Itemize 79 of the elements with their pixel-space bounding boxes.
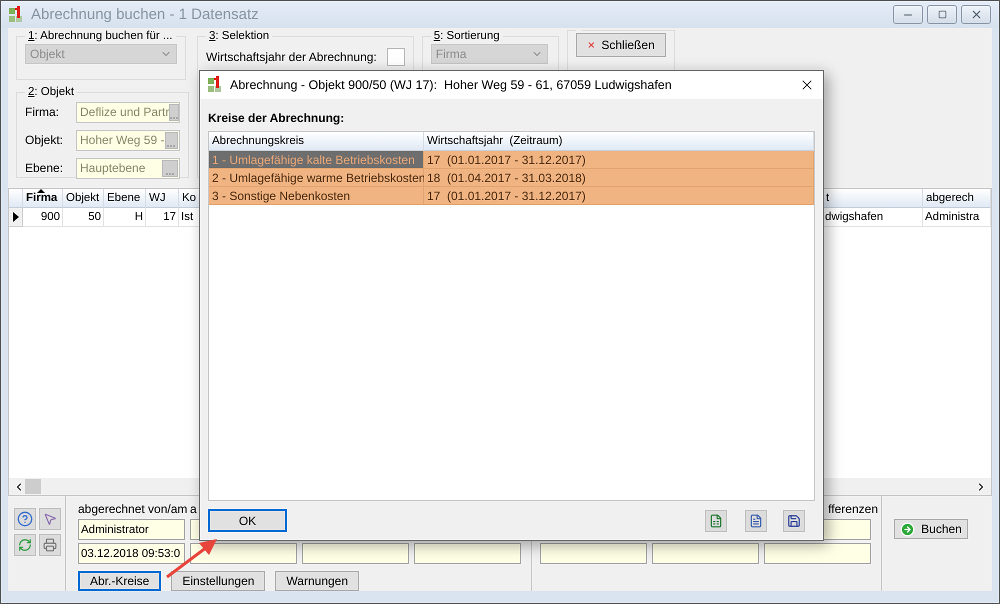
close-icon bbox=[970, 8, 982, 21]
close-button[interactable]: Schließen bbox=[576, 33, 666, 57]
maximize-button[interactable] bbox=[927, 5, 957, 24]
section-heading: Kreise der Abrechnung: bbox=[208, 111, 346, 125]
browse-button[interactable] bbox=[162, 160, 178, 176]
window-title: Abrechnung buchen - 1 Datensatz bbox=[31, 6, 259, 23]
column-header[interactable]: Firma bbox=[23, 189, 63, 208]
input-field[interactable] bbox=[540, 543, 647, 564]
field-label: fferenzen bbox=[828, 502, 878, 516]
table-cell[interactable]: 2 - Umlagefähige warme Betriebskosten bbox=[209, 169, 424, 187]
save-icon bbox=[787, 514, 801, 528]
input-field[interactable] bbox=[652, 543, 759, 564]
checkbox-label: Wirtschaftsjahr der Abrechnung: bbox=[206, 50, 377, 64]
sort-arrow-icon bbox=[37, 189, 45, 193]
field-label: Firma: bbox=[25, 105, 60, 119]
ellipsis-icon bbox=[166, 172, 174, 176]
help-icon bbox=[17, 511, 33, 527]
table-cell[interactable]: 17 (01.01.2017 - 31.12.2017) bbox=[424, 151, 814, 169]
book-button[interactable]: Buchen bbox=[894, 519, 968, 539]
column-header[interactable]: Ko bbox=[179, 189, 201, 208]
app-logo-icon bbox=[208, 76, 224, 94]
column-header[interactable]: Objekt bbox=[63, 189, 104, 208]
column-header[interactable]: t bbox=[823, 189, 923, 208]
table-cell: 50 bbox=[63, 208, 104, 227]
group-title: 2: Objekt bbox=[27, 86, 76, 98]
maximize-icon bbox=[938, 10, 946, 19]
save-button[interactable] bbox=[783, 510, 805, 532]
ellipsis-icon bbox=[170, 116, 178, 120]
column-header[interactable]: abgerech bbox=[923, 189, 991, 208]
spreadsheet-icon bbox=[709, 514, 723, 528]
print-button[interactable] bbox=[39, 534, 61, 556]
help-button[interactable] bbox=[14, 508, 36, 530]
date-field[interactable]: 03.12.2018 09:53:0 bbox=[78, 543, 185, 564]
input-field[interactable] bbox=[764, 543, 871, 564]
ok-button[interactable]: OK bbox=[208, 509, 287, 532]
group-title: 3: Selektion bbox=[208, 30, 270, 42]
field-label: Ebene: bbox=[25, 161, 64, 175]
column-header[interactable]: Ebene bbox=[104, 189, 146, 208]
group-title: 1: Abrechnung buchen für ... bbox=[27, 30, 174, 42]
column-header[interactable]: Abrechnungskreis bbox=[209, 132, 424, 151]
field-label: abgerechnet von/am bbox=[78, 502, 188, 516]
group-title: 5: Sortierung bbox=[432, 30, 501, 42]
column-header[interactable]: Wirtschaftsjahr (Zeitraum) bbox=[424, 132, 814, 151]
close-button[interactable] bbox=[961, 5, 991, 24]
scroll-thumb[interactable] bbox=[25, 479, 41, 494]
field-label: a bbox=[190, 502, 198, 516]
table-cell: H bbox=[104, 208, 146, 227]
user-field[interactable]: Administrator bbox=[78, 519, 185, 540]
action-button[interactable]: Einstellungen bbox=[171, 571, 266, 591]
pointer-button[interactable] bbox=[39, 508, 61, 530]
table-cell: 17 bbox=[146, 208, 179, 227]
table-cell[interactable]: 3 - Sonstige Nebenkosten bbox=[209, 187, 424, 205]
input-field[interactable] bbox=[302, 543, 409, 564]
action-button[interactable]: Abr.-Kreise bbox=[78, 571, 162, 591]
field-label: Objekt: bbox=[25, 133, 64, 147]
excel-export-button[interactable] bbox=[705, 510, 727, 532]
app-logo-icon bbox=[9, 6, 25, 24]
ellipsis-icon bbox=[167, 144, 176, 148]
browse-button[interactable] bbox=[169, 104, 179, 120]
word-export-button[interactable] bbox=[745, 510, 767, 532]
current-row-icon bbox=[12, 212, 18, 222]
table-cell: Administra bbox=[923, 208, 991, 227]
browse-button[interactable] bbox=[164, 132, 178, 148]
table-cell[interactable]: 18 (01.04.2017 - 31.03.2018) bbox=[424, 169, 814, 187]
input-field[interactable] bbox=[190, 543, 297, 564]
checkbox[interactable] bbox=[386, 48, 405, 66]
arrow-right-icon bbox=[900, 522, 916, 536]
table-cell[interactable]: 17 (01.01.2017 - 31.12.2017) bbox=[424, 187, 814, 205]
dialog-title: Abrechnung - Objekt 900/50 (WJ 17): Hoher Weg 59 - 61, 67059 Ludwigshafen bbox=[230, 78, 672, 92]
action-button[interactable]: Warnungen bbox=[275, 571, 360, 591]
column-header[interactable]: WJ bbox=[146, 189, 179, 208]
pointer-icon bbox=[43, 512, 57, 526]
document-icon bbox=[749, 514, 763, 528]
header-cell bbox=[9, 189, 23, 208]
refresh-icon bbox=[18, 538, 32, 552]
table-cell: 900 bbox=[23, 208, 63, 227]
printer-icon bbox=[43, 538, 57, 552]
input-field[interactable] bbox=[414, 543, 521, 564]
refresh-button[interactable] bbox=[14, 534, 36, 556]
